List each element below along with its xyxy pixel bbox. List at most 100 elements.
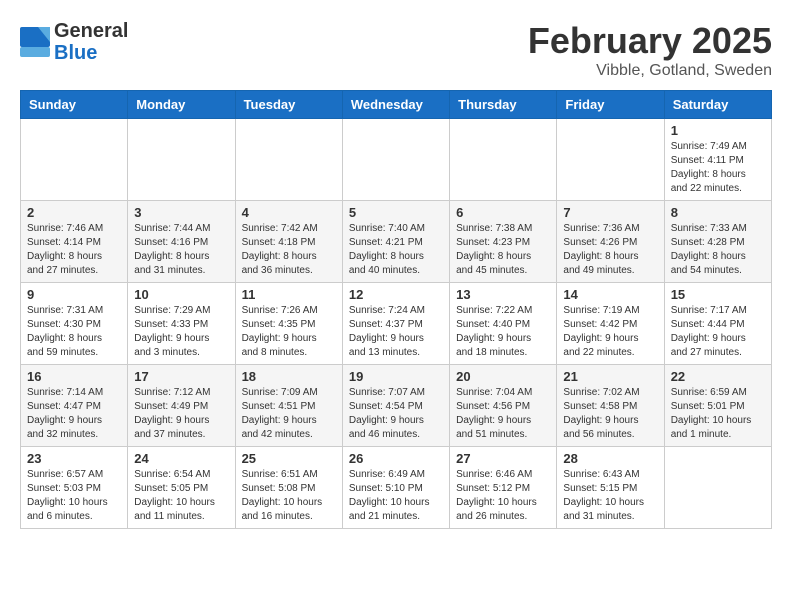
calendar-day-11: 11 Sunrise: 7:26 AM Sunset: 4:35 PM Dayli…	[235, 283, 342, 365]
empty-day-cell	[128, 119, 235, 201]
day-number: 19	[349, 369, 443, 384]
logo-icon	[20, 27, 50, 57]
calendar-day-28: 28 Sunrise: 6:43 AM Sunset: 5:15 PM Dayli…	[557, 447, 664, 529]
day-info: Sunrise: 7:49 AM Sunset: 4:11 PM Dayligh…	[671, 140, 765, 196]
day-info: Sunrise: 6:49 AM Sunset: 5:10 PM Dayligh…	[349, 468, 443, 524]
day-info: Sunrise: 6:59 AM Sunset: 5:01 PM Dayligh…	[671, 386, 765, 442]
calendar-table: SundayMondayTuesdayWednesdayThursdayFrid…	[20, 90, 772, 529]
calendar-day-1: 1 Sunrise: 7:49 AM Sunset: 4:11 PM Daylig…	[664, 119, 771, 201]
day-info: Sunrise: 6:46 AM Sunset: 5:12 PM Dayligh…	[456, 468, 550, 524]
day-number: 21	[563, 369, 657, 384]
logo-text: General Blue	[54, 20, 128, 64]
day-number: 3	[134, 205, 228, 220]
day-number: 13	[456, 287, 550, 302]
day-number: 28	[563, 451, 657, 466]
weekday-header-row: SundayMondayTuesdayWednesdayThursdayFrid…	[21, 91, 772, 119]
calendar-day-18: 18 Sunrise: 7:09 AM Sunset: 4:51 PM Dayli…	[235, 365, 342, 447]
day-number: 2	[27, 205, 121, 220]
day-info: Sunrise: 7:07 AM Sunset: 4:54 PM Dayligh…	[349, 386, 443, 442]
empty-day-cell	[342, 119, 449, 201]
day-number: 8	[671, 205, 765, 220]
weekday-header-tuesday: Tuesday	[235, 91, 342, 119]
calendar-day-16: 16 Sunrise: 7:14 AM Sunset: 4:47 PM Dayli…	[21, 365, 128, 447]
calendar-week-row: 23Sunrise: 6:57 AM Sunset: 5:03 PM Dayli…	[21, 447, 772, 529]
day-number: 25	[242, 451, 336, 466]
day-number: 17	[134, 369, 228, 384]
day-info: Sunrise: 6:54 AM Sunset: 5:05 PM Dayligh…	[134, 468, 228, 524]
calendar-day-4: 4Sunrise: 7:42 AM Sunset: 4:18 PM Daylig…	[235, 201, 342, 283]
calendar-day-25: 25 Sunrise: 6:51 AM Sunset: 5:08 PM Dayli…	[235, 447, 342, 529]
day-info: Sunrise: 7:14 AM Sunset: 4:47 PM Dayligh…	[27, 386, 121, 442]
title-area: February 2025 Vibble, Gotland, Sweden	[528, 20, 772, 80]
calendar-day-23: 23Sunrise: 6:57 AM Sunset: 5:03 PM Dayli…	[21, 447, 128, 529]
weekday-header-friday: Friday	[557, 91, 664, 119]
calendar-week-row: 1 Sunrise: 7:49 AM Sunset: 4:11 PM Daylig…	[21, 119, 772, 201]
day-info: Sunrise: 7:26 AM Sunset: 4:35 PM Dayligh…	[242, 304, 336, 360]
calendar-day-22: 22 Sunrise: 6:59 AM Sunset: 5:01 PM Dayli…	[664, 365, 771, 447]
day-info: Sunrise: 7:09 AM Sunset: 4:51 PM Dayligh…	[242, 386, 336, 442]
day-info: Sunrise: 7:19 AM Sunset: 4:42 PM Dayligh…	[563, 304, 657, 360]
logo-blue-text: Blue	[54, 42, 128, 64]
calendar-week-row: 2 Sunrise: 7:46 AM Sunset: 4:14 PM Daylig…	[21, 201, 772, 283]
day-number: 9	[27, 287, 121, 302]
day-number: 18	[242, 369, 336, 384]
empty-day-cell	[235, 119, 342, 201]
empty-day-cell	[21, 119, 128, 201]
calendar-day-5: 5 Sunrise: 7:40 AM Sunset: 4:21 PM Daylig…	[342, 201, 449, 283]
calendar-header: SundayMondayTuesdayWednesdayThursdayFrid…	[21, 91, 772, 119]
logo-general-text: General	[54, 20, 128, 42]
day-info: Sunrise: 7:40 AM Sunset: 4:21 PM Dayligh…	[349, 222, 443, 278]
day-number: 22	[671, 369, 765, 384]
day-info: Sunrise: 7:29 AM Sunset: 4:33 PM Dayligh…	[134, 304, 228, 360]
calendar-week-row: 16 Sunrise: 7:14 AM Sunset: 4:47 PM Dayli…	[21, 365, 772, 447]
day-info: Sunrise: 6:43 AM Sunset: 5:15 PM Dayligh…	[563, 468, 657, 524]
calendar-day-13: 13 Sunrise: 7:22 AM Sunset: 4:40 PM Dayli…	[450, 283, 557, 365]
empty-day-cell	[450, 119, 557, 201]
calendar-day-12: 12 Sunrise: 7:24 AM Sunset: 4:37 PM Dayli…	[342, 283, 449, 365]
calendar-day-6: 6Sunrise: 7:38 AM Sunset: 4:23 PM Daylig…	[450, 201, 557, 283]
day-number: 27	[456, 451, 550, 466]
calendar-body: 1 Sunrise: 7:49 AM Sunset: 4:11 PM Daylig…	[21, 119, 772, 529]
weekday-header-monday: Monday	[128, 91, 235, 119]
day-number: 26	[349, 451, 443, 466]
day-number: 10	[134, 287, 228, 302]
day-info: Sunrise: 6:51 AM Sunset: 5:08 PM Dayligh…	[242, 468, 336, 524]
calendar-day-17: 17 Sunrise: 7:12 AM Sunset: 4:49 PM Dayli…	[128, 365, 235, 447]
day-info: Sunrise: 7:44 AM Sunset: 4:16 PM Dayligh…	[134, 222, 228, 278]
calendar-day-7: 7 Sunrise: 7:36 AM Sunset: 4:26 PM Daylig…	[557, 201, 664, 283]
day-number: 5	[349, 205, 443, 220]
day-number: 24	[134, 451, 228, 466]
calendar-day-8: 8 Sunrise: 7:33 AM Sunset: 4:28 PM Daylig…	[664, 201, 771, 283]
day-info: Sunrise: 7:36 AM Sunset: 4:26 PM Dayligh…	[563, 222, 657, 278]
calendar-week-row: 9 Sunrise: 7:31 AM Sunset: 4:30 PM Daylig…	[21, 283, 772, 365]
calendar-day-21: 21Sunrise: 7:02 AM Sunset: 4:58 PM Dayli…	[557, 365, 664, 447]
month-title: February 2025	[528, 20, 772, 62]
day-info: Sunrise: 7:22 AM Sunset: 4:40 PM Dayligh…	[456, 304, 550, 360]
day-info: Sunrise: 7:42 AM Sunset: 4:18 PM Dayligh…	[242, 222, 336, 278]
day-info: Sunrise: 7:46 AM Sunset: 4:14 PM Dayligh…	[27, 222, 121, 278]
calendar-day-10: 10 Sunrise: 7:29 AM Sunset: 4:33 PM Dayli…	[128, 283, 235, 365]
day-number: 16	[27, 369, 121, 384]
weekday-header-saturday: Saturday	[664, 91, 771, 119]
day-info: Sunrise: 7:33 AM Sunset: 4:28 PM Dayligh…	[671, 222, 765, 278]
day-number: 14	[563, 287, 657, 302]
calendar-day-24: 24 Sunrise: 6:54 AM Sunset: 5:05 PM Dayli…	[128, 447, 235, 529]
day-number: 11	[242, 287, 336, 302]
day-info: Sunrise: 7:24 AM Sunset: 4:37 PM Dayligh…	[349, 304, 443, 360]
empty-day-cell	[557, 119, 664, 201]
calendar-day-2: 2 Sunrise: 7:46 AM Sunset: 4:14 PM Daylig…	[21, 201, 128, 283]
calendar-day-3: 3 Sunrise: 7:44 AM Sunset: 4:16 PM Daylig…	[128, 201, 235, 283]
day-number: 15	[671, 287, 765, 302]
day-number: 7	[563, 205, 657, 220]
calendar-day-14: 14 Sunrise: 7:19 AM Sunset: 4:42 PM Dayli…	[557, 283, 664, 365]
calendar-day-15: 15 Sunrise: 7:17 AM Sunset: 4:44 PM Dayli…	[664, 283, 771, 365]
calendar-day-19: 19 Sunrise: 7:07 AM Sunset: 4:54 PM Dayli…	[342, 365, 449, 447]
day-number: 1	[671, 123, 765, 138]
day-info: Sunrise: 7:17 AM Sunset: 4:44 PM Dayligh…	[671, 304, 765, 360]
day-number: 12	[349, 287, 443, 302]
weekday-header-wednesday: Wednesday	[342, 91, 449, 119]
day-info: Sunrise: 7:31 AM Sunset: 4:30 PM Dayligh…	[27, 304, 121, 360]
day-info: Sunrise: 7:12 AM Sunset: 4:49 PM Dayligh…	[134, 386, 228, 442]
logo: General Blue	[20, 20, 128, 64]
calendar-day-9: 9 Sunrise: 7:31 AM Sunset: 4:30 PM Daylig…	[21, 283, 128, 365]
